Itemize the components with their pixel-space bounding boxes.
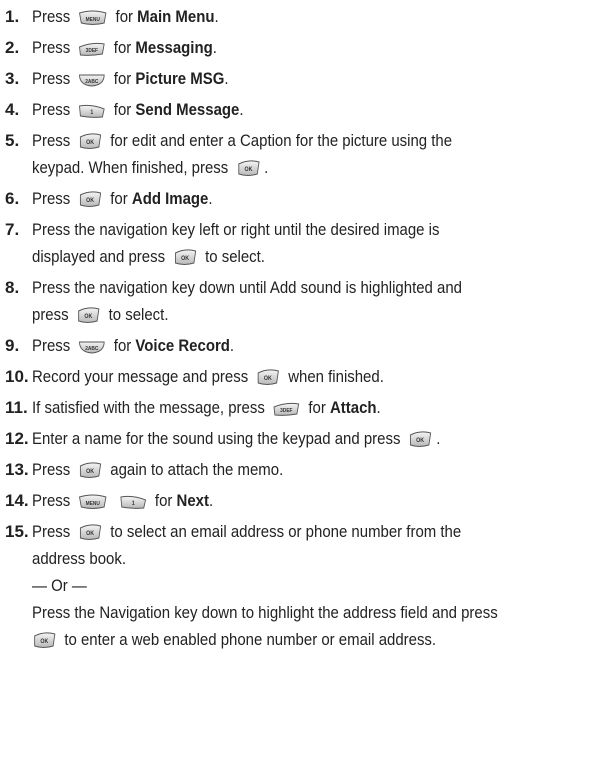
step-number: 13. [5,460,29,479]
svg-text:OK: OK [181,256,190,262]
ok-key-icon: OK [76,306,101,324]
svg-text:OK: OK [85,314,94,320]
menu-name: Attach [329,398,377,417]
step-text: for [154,491,173,510]
step-text: again to attach the memo. [110,460,284,479]
svg-text:OK: OK [416,438,425,444]
step-text: Enter a name for the sound using the key… [32,429,401,448]
or-separator: — Or — [32,576,87,595]
ok-key-icon: OK [173,248,198,266]
step-text: for [113,38,132,57]
step-text: to select. [108,305,169,324]
step-text: address book. [32,549,126,568]
step-text: for [113,69,132,88]
menu-name: Next [176,491,209,510]
step-number: 15. [5,522,29,541]
svg-text:3DEF: 3DEF [280,408,292,414]
step-text: for [110,189,128,208]
step-number: 9. [5,336,20,355]
step-text: Press [32,522,71,541]
step-text: Press [32,460,71,479]
menu-name: Picture MSG [135,69,225,88]
step-text: Press [32,131,71,150]
step-text: Press [32,100,71,119]
ok-key-icon: OK [32,631,57,649]
ok-key-icon: OK [78,132,103,150]
ok-key-icon: OK [78,461,103,479]
menu-key-icon: MENU [78,494,108,510]
svg-text:1: 1 [132,501,135,507]
ok-key-icon: OK [256,368,281,386]
svg-text:OK: OK [264,376,273,382]
step-text: for [113,100,132,119]
step-number: 8. [5,278,20,297]
step-number: 1. [5,7,20,26]
step-text: press [32,305,69,324]
step-text: to select. [205,247,265,266]
step-number: 6. [5,189,20,208]
svg-text:OK: OK [40,639,49,645]
ok-key-icon: OK [236,159,261,177]
svg-text:1: 1 [91,110,94,116]
ok-key-icon: OK [78,190,103,208]
step-text: Press [32,189,71,208]
key-1-icon: 1 [119,494,147,510]
step-number: 10. [5,367,29,386]
menu-key-icon: MENU [78,10,108,26]
svg-text:OK: OK [86,531,95,537]
svg-text:3DEF: 3DEF [86,48,98,54]
step-text: for [308,398,326,417]
menu-name: Main Menu [137,7,215,26]
key-3-icon: 3DEF [78,41,106,57]
menu-name: Add Image [131,189,209,208]
key-3-icon: 3DEF [273,401,301,417]
menu-name: Voice Record [135,336,230,355]
svg-text:2ABC: 2ABC [85,79,98,85]
step-text: keypad. When finished, press [32,158,229,177]
step-text: Press [32,69,71,88]
step-text: Record your message and press [32,367,249,386]
step-text: when finished. [288,367,384,386]
step-text: Press [32,7,71,26]
key-1-icon: 1 [78,103,106,119]
step-number: 14. [5,491,29,510]
svg-text:MENU: MENU [86,501,100,507]
step-number: 11. [5,398,28,417]
step-text: displayed and press [32,247,166,266]
step-text: for [115,7,134,26]
svg-text:OK: OK [244,167,253,173]
ok-key-icon: OK [78,523,103,541]
menu-name: Messaging [135,38,213,57]
step-text: to select an email address or phone numb… [110,522,462,541]
step-text: Press the navigation key left or right u… [32,220,440,239]
key-2-icon: 2ABC [78,72,106,88]
key-2-icon: 2ABC [78,339,106,355]
step-text: Press [32,491,71,510]
step-text: for edit and enter a Caption for the pic… [110,131,453,150]
step-number: 7. [5,220,20,239]
step-text: Press the Navigation key down to highlig… [32,603,498,622]
ok-key-icon: OK [408,430,433,448]
step-text: for [113,336,132,355]
step-number: 3. [5,69,20,88]
svg-text:2ABC: 2ABC [85,346,98,352]
svg-text:MENU: MENU [86,17,100,23]
step-number: 2. [5,38,20,57]
svg-text:OK: OK [86,198,95,204]
step-text: Press [32,336,71,355]
menu-name: Send Message [135,100,240,119]
step-text: If satisfied with the message, press [32,398,265,417]
step-text: to enter a web enabled phone number or e… [64,630,437,649]
step-text: Press [32,38,71,57]
step-number: 5. [5,131,20,150]
svg-text:OK: OK [86,140,95,146]
svg-text:OK: OK [86,469,95,475]
step-number: 4. [5,100,20,119]
step-text: Press the navigation key down until Add … [32,278,462,297]
step-number: 12. [5,429,29,448]
